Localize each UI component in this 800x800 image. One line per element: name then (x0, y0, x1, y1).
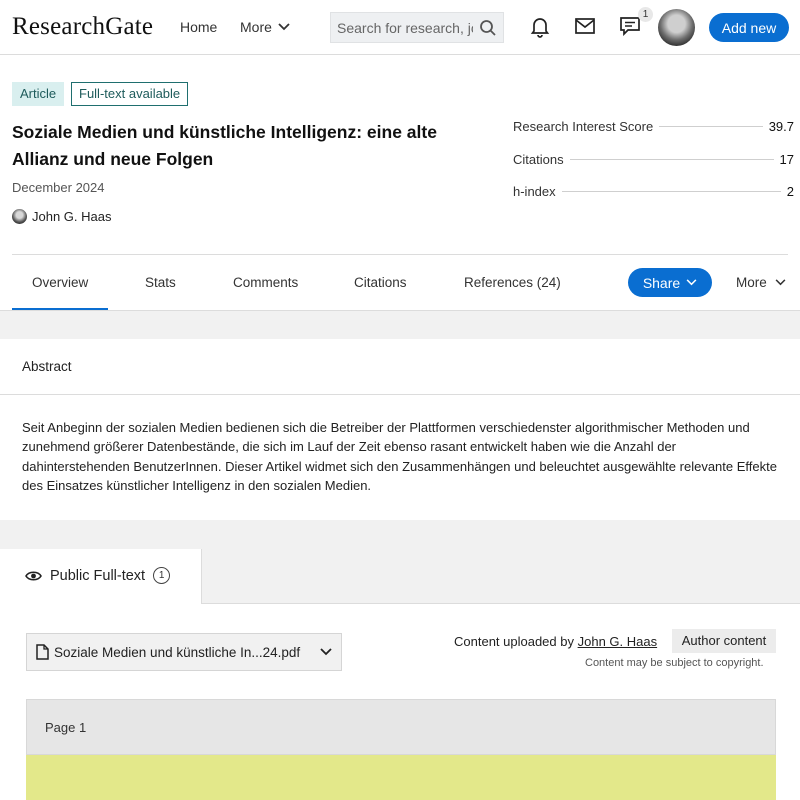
author-content-badge: Author content (672, 629, 776, 653)
search-box (330, 12, 504, 43)
abstract-text: Seit Anbeginn der sozialen Medien bedien… (22, 420, 777, 493)
page-label: Page 1 (45, 720, 87, 735)
file-name: Soziale Medien und künstliche In...24.pd… (54, 644, 301, 660)
section-divider (12, 254, 788, 255)
share-button[interactable]: Share (628, 268, 712, 297)
nav-home-link[interactable]: Home (180, 19, 217, 35)
metric-citations: Citations 17 (513, 152, 794, 167)
tab-comments[interactable]: Comments (233, 275, 298, 290)
tab-public-fulltext[interactable]: Public Full-text 1 (25, 567, 171, 584)
publication-date: December 2024 (12, 180, 105, 195)
metric-leader-line (561, 191, 781, 192)
share-label: Share (642, 274, 681, 291)
metric-label: h-index (513, 184, 556, 199)
section-spacer (0, 520, 800, 549)
add-new-button[interactable]: Add new (709, 13, 789, 42)
fulltext-available-tag: Full-text available (71, 82, 189, 106)
metric-value: 17 (779, 152, 794, 167)
uploaded-prefix: Content uploaded by (454, 634, 574, 649)
public-fulltext-label: Public Full-text (50, 567, 146, 584)
file-select-dropdown[interactable]: Soziale Medien und künstliche In...24.pd… (26, 633, 342, 671)
tab-more-label: More (736, 275, 767, 290)
user-avatar[interactable] (658, 9, 695, 46)
metric-h-index: h-index 2 (513, 184, 794, 199)
pdf-page-preview[interactable] (26, 755, 776, 800)
nav-more-menu[interactable]: More (240, 19, 290, 35)
mail-icon[interactable] (575, 18, 595, 34)
search-icon[interactable] (479, 19, 497, 37)
eye-icon (25, 570, 42, 581)
abstract-divider (0, 394, 800, 395)
tab-citations[interactable]: Citations (354, 275, 407, 290)
author-link[interactable]: John G. Haas (12, 209, 112, 224)
uploader-link[interactable]: John G. Haas (578, 634, 658, 649)
content-uploaded-by: Content uploaded by John G. Haas (454, 634, 657, 649)
messages-badge: 1 (638, 7, 653, 22)
message-icon[interactable] (620, 17, 640, 36)
fulltext-count-badge: 1 (153, 567, 171, 584)
document-icon (36, 644, 49, 660)
chevron-down-icon (686, 279, 697, 286)
metric-research-interest: Research Interest Score 39.7 (513, 119, 794, 134)
researchgate-logo[interactable]: ResearchGate (12, 13, 153, 41)
fulltext-tabbar-background (201, 549, 800, 604)
chevron-down-icon (278, 23, 290, 31)
search-input[interactable] (331, 19, 473, 36)
metric-label: Research Interest Score (513, 119, 654, 134)
author-name: John G. Haas (32, 209, 112, 224)
pdf-page-header (26, 699, 776, 755)
nav-more-label: More (240, 19, 272, 35)
metric-label: Citations (513, 152, 564, 167)
metric-leader-line (569, 159, 774, 160)
copyright-notice: Content may be subject to copyright. (585, 657, 764, 669)
section-spacer (0, 311, 800, 339)
article-type-tag: Article (12, 82, 65, 106)
top-navigation-bar: ResearchGate Home More 1 Add new (0, 0, 800, 55)
bell-icon[interactable] (530, 16, 550, 38)
metric-value: 2 (786, 184, 794, 199)
abstract-heading: Abstract (22, 359, 72, 374)
metric-value: 39.7 (768, 119, 794, 134)
author-avatar (12, 209, 27, 224)
tab-more-menu[interactable]: More (736, 275, 786, 290)
chevron-down-icon (775, 279, 786, 286)
tab-overview[interactable]: Overview (32, 275, 88, 290)
metric-leader-line (659, 126, 763, 127)
tab-references[interactable]: References (24) (464, 275, 561, 290)
tab-stats[interactable]: Stats (145, 275, 176, 290)
article-title: Soziale Medien und künstliche Intelligen… (12, 122, 437, 169)
chevron-down-icon (320, 648, 332, 656)
